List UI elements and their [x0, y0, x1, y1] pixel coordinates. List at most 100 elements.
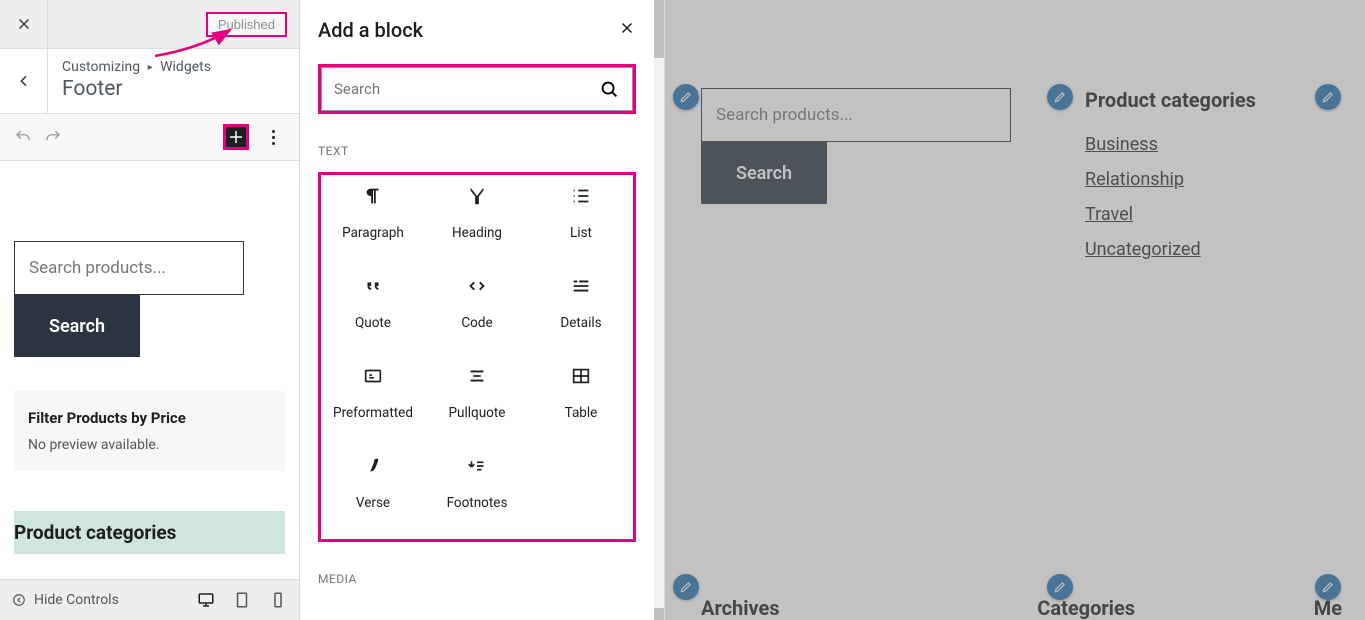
customizer-sidebar: Published Customizing ▸ Widgets Footer	[0, 0, 300, 620]
inserter-close-button[interactable]	[618, 19, 636, 41]
block-footnotes[interactable]: Footnotes	[425, 455, 529, 511]
verse-icon	[362, 455, 384, 477]
filter-widget-title: Filter Products by Price	[28, 409, 271, 427]
block-grid-highlight: Paragraph Heading List Quote Code	[318, 172, 636, 542]
filter-widget-preview: Filter Products by Price No preview avai…	[14, 391, 285, 471]
back-button[interactable]	[0, 49, 48, 113]
more-vertical-icon	[272, 130, 275, 145]
category-link[interactable]: Uncategorized	[1085, 239, 1345, 260]
undo-icon	[14, 128, 32, 146]
block-list[interactable]: List	[529, 185, 633, 241]
close-icon	[15, 15, 33, 33]
preview-search-button[interactable]: Search	[701, 142, 827, 204]
close-customizer-button[interactable]	[0, 0, 48, 49]
breadcrumb: Customizing ▸ Widgets	[62, 59, 285, 75]
device-preview-buttons	[197, 591, 287, 609]
block-label: Pullquote	[449, 405, 506, 421]
list-icon	[570, 185, 592, 207]
pencil-icon	[1053, 580, 1067, 594]
block-table[interactable]: Table	[529, 365, 633, 421]
inserter-search-input[interactable]	[334, 80, 598, 98]
block-code[interactable]: Code	[425, 275, 529, 331]
filter-widget-description: No preview available.	[28, 437, 271, 453]
block-label: Code	[461, 315, 492, 331]
search-icon	[598, 78, 620, 100]
chevron-left-icon	[16, 73, 32, 89]
redo-icon	[44, 128, 62, 146]
pencil-icon	[679, 580, 693, 594]
table-icon	[570, 365, 592, 387]
product-categories-widget-preview[interactable]: Product categories	[14, 511, 285, 554]
pencil-icon	[1321, 90, 1335, 104]
scrollbar-thumb[interactable]	[654, 0, 664, 58]
block-details[interactable]: Details	[529, 275, 633, 331]
media-section-label: MEDIA	[318, 572, 636, 586]
block-paragraph[interactable]: Paragraph	[321, 185, 425, 241]
preview-archives-heading: Archives	[701, 596, 983, 620]
inserter-scrollbar[interactable]	[654, 0, 664, 620]
sidebar-topbar: Published	[0, 0, 299, 49]
edit-shortcut-button[interactable]	[1047, 574, 1073, 600]
edit-shortcut-button[interactable]	[673, 574, 699, 600]
redo-button[interactable]	[44, 128, 62, 146]
edit-shortcut-button[interactable]	[673, 84, 699, 110]
block-label: Quote	[355, 315, 391, 331]
customizer-footer: Hide Controls	[0, 579, 299, 620]
search-widget-preview: Search	[14, 241, 285, 357]
scrollbar-thumb-bottom[interactable]	[654, 608, 664, 620]
block-quote[interactable]: Quote	[321, 275, 425, 331]
panel-title: Footer	[62, 77, 285, 101]
heading-icon	[466, 185, 488, 207]
block-label: List	[570, 225, 592, 241]
desktop-icon	[197, 591, 215, 609]
edit-shortcut-button[interactable]	[1047, 84, 1073, 110]
tablet-preview-button[interactable]	[233, 591, 251, 609]
preview-product-categories-heading: Product categories	[1085, 88, 1345, 112]
preview-search-input[interactable]	[701, 88, 1011, 142]
details-icon	[570, 275, 592, 297]
tablet-icon	[233, 591, 251, 609]
block-verse[interactable]: Verse	[321, 455, 425, 511]
desktop-preview-button[interactable]	[197, 591, 215, 609]
category-link[interactable]: Business	[1085, 134, 1345, 155]
panel-header: Customizing ▸ Widgets Footer	[0, 49, 299, 114]
close-icon	[618, 19, 636, 37]
widget-preview-area: Search Filter Products by Price No previ…	[0, 161, 299, 579]
plus-icon	[227, 128, 245, 146]
block-inserter-panel: Add a block TEXT Paragraph Heading	[300, 0, 665, 620]
add-block-button[interactable]	[223, 124, 249, 150]
preview-category-list: Business Relationship Travel Uncategoriz…	[1085, 134, 1345, 260]
preview-meta-heading: Me	[1314, 596, 1365, 620]
undo-button[interactable]	[14, 128, 32, 146]
hide-controls-label: Hide Controls	[34, 592, 119, 608]
block-pullquote[interactable]: Pullquote	[425, 365, 529, 421]
publish-button[interactable]: Published	[206, 12, 287, 37]
category-link[interactable]: Relationship	[1085, 169, 1345, 190]
search-products-button[interactable]: Search	[14, 295, 140, 357]
inserter-title: Add a block	[318, 18, 423, 42]
block-label: Footnotes	[447, 495, 508, 511]
mobile-preview-button[interactable]	[269, 591, 287, 609]
quote-icon	[362, 275, 384, 297]
paragraph-icon	[362, 185, 384, 207]
block-heading[interactable]: Heading	[425, 185, 529, 241]
block-label: Preformatted	[333, 405, 413, 421]
category-link[interactable]: Travel	[1085, 204, 1345, 225]
code-icon	[466, 275, 488, 297]
site-preview: Search Product categories Business Relat…	[665, 0, 1365, 620]
edit-shortcut-button[interactable]	[1315, 574, 1341, 600]
block-label: Details	[560, 315, 601, 331]
editor-toolbar	[0, 114, 299, 161]
pullquote-icon	[466, 365, 488, 387]
preview-categories-heading: Categories	[1037, 596, 1259, 620]
pencil-icon	[1321, 580, 1335, 594]
edit-shortcut-button[interactable]	[1315, 84, 1341, 110]
block-label: Verse	[356, 495, 390, 511]
search-products-input[interactable]	[14, 241, 244, 295]
hide-controls-button[interactable]: Hide Controls	[12, 592, 119, 608]
mobile-icon	[269, 591, 287, 609]
block-preformatted[interactable]: Preformatted	[321, 365, 425, 421]
more-options-button[interactable]	[261, 125, 285, 149]
pencil-icon	[679, 90, 693, 104]
collapse-icon	[12, 593, 26, 607]
